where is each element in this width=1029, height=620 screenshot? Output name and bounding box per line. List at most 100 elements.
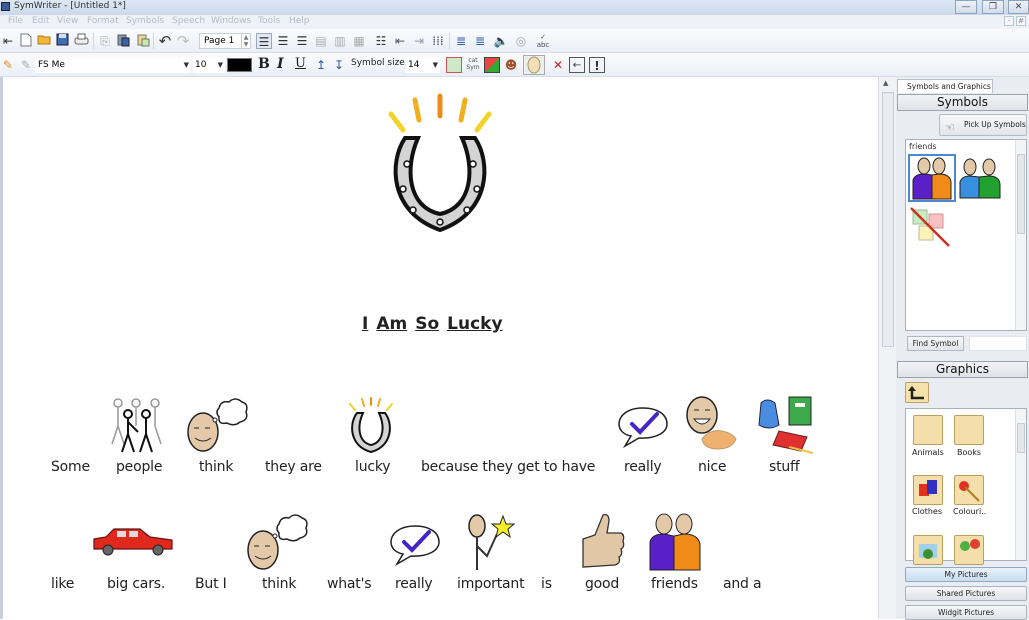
font-size-select[interactable]: 10 ▼ (193, 57, 225, 73)
no-symbol-option[interactable] (909, 206, 955, 250)
word[interactable]: because they get to have (421, 459, 595, 475)
folder-landscape[interactable] (913, 535, 943, 565)
increase-indent-icon[interactable]: ⇥ (411, 33, 427, 49)
graphics-list-scrollbar[interactable] (1015, 409, 1026, 560)
superscript-icon[interactable]: ↥ (313, 57, 329, 73)
align-center-icon[interactable]: ☰ (275, 33, 291, 49)
mdi-minimize-button[interactable]: - (1004, 16, 1014, 26)
word[interactable]: friends (651, 576, 698, 592)
word[interactable]: nice (698, 459, 726, 475)
symbol-list-scrollbar[interactable] (1015, 140, 1026, 330)
menu-speech[interactable]: Speech (172, 16, 205, 26)
word[interactable]: they are (265, 459, 322, 475)
pen-disabled-icon[interactable]: ✎ (18, 57, 34, 73)
word[interactable]: is (541, 576, 552, 592)
menu-format[interactable]: Format (87, 16, 119, 26)
speech-icon[interactable]: ◎ (513, 33, 529, 49)
decrease-indent-icon[interactable]: ⇤ (392, 33, 408, 49)
text-color-button[interactable] (227, 58, 252, 72)
grid-icon[interactable]: ⁞⁞⁞ (430, 33, 446, 49)
word[interactable]: big cars. (107, 576, 165, 592)
friends-symbol-option-selected[interactable] (908, 154, 956, 202)
open-folder-icon[interactable] (36, 33, 52, 49)
close-button[interactable]: ✕ (1008, 0, 1029, 14)
justify-icon[interactable]: ≣ (453, 33, 469, 49)
my-pictures-button[interactable]: My Pictures (905, 567, 1027, 582)
friends-symbol-option[interactable] (957, 156, 1003, 200)
word[interactable]: really (395, 576, 433, 592)
folder-clothes[interactable] (913, 475, 943, 505)
graphics-header[interactable]: Graphics (897, 361, 1028, 378)
shared-pictures-button[interactable]: Shared Pictures (905, 586, 1027, 601)
exclamation-button[interactable]: ! (589, 57, 605, 73)
skin-tone-icon[interactable]: ☻ (503, 57, 519, 73)
layout-icon-2[interactable]: ▥ (332, 33, 348, 49)
paste-special-icon[interactable] (135, 33, 151, 49)
tab-symbols-and-graphics[interactable]: Symbols and Graphics (897, 79, 993, 93)
word[interactable]: think (199, 459, 233, 475)
bullet-list-icon[interactable]: ☷ (373, 33, 389, 49)
menu-view[interactable]: View (57, 16, 78, 26)
document-title[interactable]: I Am So Lucky (362, 314, 511, 334)
folder-animals[interactable] (913, 415, 943, 445)
underline-button[interactable]: U (295, 56, 306, 71)
word[interactable]: like (51, 576, 74, 592)
widgit-pictures-button[interactable]: Widgit Pictures (905, 605, 1027, 620)
word[interactable]: people (116, 459, 162, 475)
scrollbar-thumb[interactable] (882, 92, 894, 347)
justify-right-icon[interactable]: ≣ (472, 33, 488, 49)
word[interactable]: what's (327, 576, 372, 592)
scroll-up-icon[interactable]: ▲ (883, 79, 888, 87)
scrollbar-thumb[interactable] (1017, 154, 1025, 234)
page-spinner[interactable]: ▲ ▼ (241, 34, 250, 48)
document-scrollbar[interactable]: ▲ (878, 77, 896, 619)
up-folder-button[interactable] (905, 382, 929, 403)
word[interactable]: stuff (769, 459, 800, 475)
restore-button[interactable]: ❐ (982, 0, 1004, 14)
undo-icon[interactable]: ↶ (157, 33, 173, 49)
menu-windows[interactable]: Windows (211, 16, 251, 26)
menu-file[interactable]: File (8, 16, 23, 26)
word[interactable]: But I (195, 576, 227, 592)
align-left-icon[interactable]: ☰ (256, 33, 272, 49)
page-selector[interactable]: Page 1 ▲ ▼ (199, 33, 251, 49)
paste-icon[interactable] (115, 33, 131, 49)
menu-help[interactable]: Help (289, 16, 310, 26)
left-arrow-button[interactable]: ← (569, 57, 585, 73)
bold-button[interactable]: B (258, 56, 270, 72)
copy-icon[interactable]: ⎘ (97, 33, 113, 49)
layout-icon-3[interactable]: ▦ (351, 33, 367, 49)
picture-icon[interactable] (446, 57, 462, 73)
symbol-size-select[interactable]: 14 ▼ (405, 57, 440, 73)
print-icon[interactable] (73, 33, 89, 49)
exit-icon[interactable]: ⇤ (0, 33, 16, 49)
menu-tools[interactable]: Tools (258, 16, 280, 26)
symbol-text-icon[interactable]: cat Sym (465, 57, 481, 73)
no-symbol-icon[interactable]: ✕ (550, 57, 566, 73)
redo-icon[interactable]: ↷ (175, 33, 191, 49)
word[interactable]: really (624, 459, 662, 475)
new-document-icon[interactable] (18, 33, 34, 49)
speaker-icon[interactable]: 🔈 (493, 33, 509, 49)
pick-up-symbols-button[interactable]: ☜ Pick Up Symbols (939, 114, 1027, 136)
save-icon[interactable] (54, 33, 70, 49)
symbol-choices-list[interactable]: friends (905, 139, 1027, 331)
folder-books[interactable] (954, 415, 984, 445)
colour-symbol-icon[interactable] (484, 57, 500, 73)
font-select[interactable]: FS Me ▼ (35, 57, 191, 73)
minimize-button[interactable]: — (955, 0, 977, 14)
italic-button[interactable]: I (277, 56, 284, 72)
word[interactable]: and a (723, 576, 762, 592)
folder-party[interactable] (954, 535, 984, 565)
mdi-restore-button[interactable]: # (1016, 16, 1026, 26)
menu-edit[interactable]: Edit (32, 16, 49, 26)
folder-colouring[interactable] (954, 475, 984, 505)
symbol-frame-button[interactable] (523, 55, 545, 75)
layout-icon[interactable]: ▤ (313, 33, 329, 49)
pen-icon[interactable]: ✎ (0, 57, 16, 73)
word[interactable]: important (457, 576, 525, 592)
graphics-folder-list[interactable]: Animals Books Clothes Colouri.. (905, 408, 1027, 565)
subscript-icon[interactable]: ↧ (331, 57, 347, 73)
spellcheck-icon[interactable]: ✓ abc (535, 33, 551, 49)
word[interactable]: lucky (355, 459, 391, 475)
